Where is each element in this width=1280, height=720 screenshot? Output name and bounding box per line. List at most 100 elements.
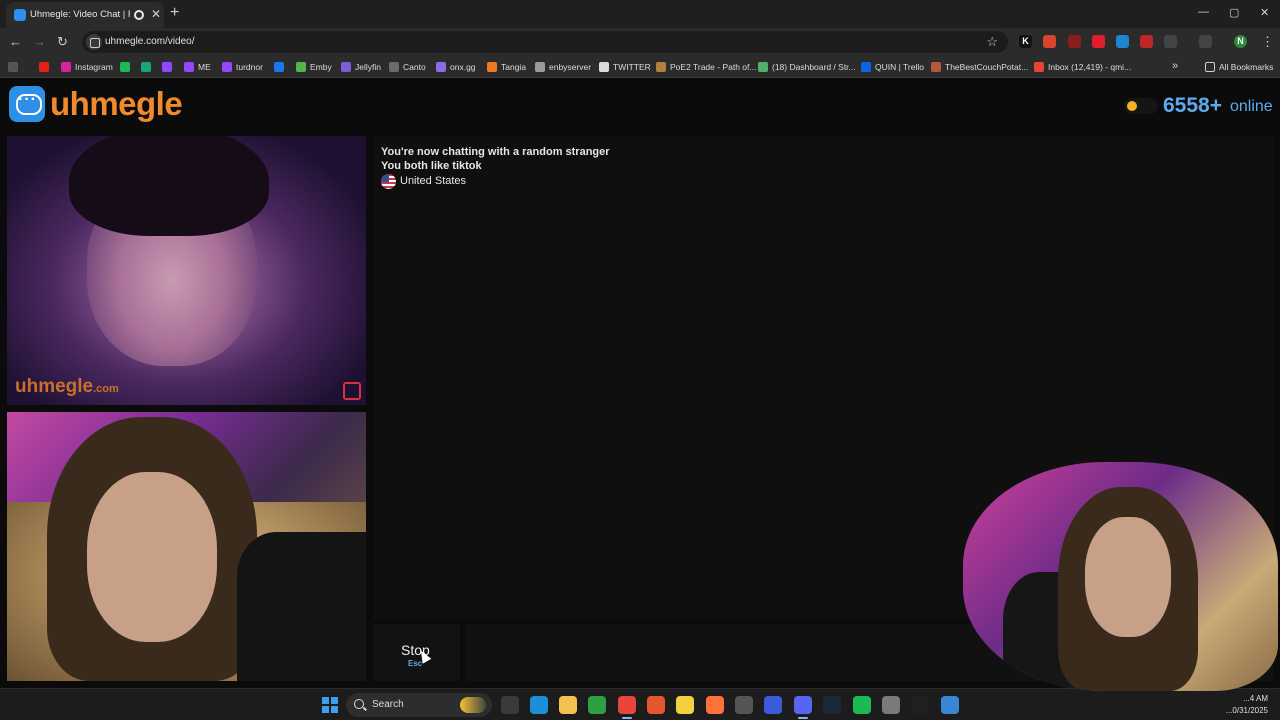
forward-button[interactable]: →	[33, 34, 46, 49]
extension-translate-icon[interactable]	[1116, 35, 1129, 48]
apps-grid-icon[interactable]	[8, 60, 18, 74]
chrome-icon[interactable]	[618, 696, 636, 714]
side-panel-icon[interactable]	[1199, 35, 1212, 48]
extension-record-icon[interactable]	[1068, 35, 1081, 48]
bookmark-item[interactable]: QUIN | Trello	[861, 60, 924, 74]
folder-icon	[1205, 62, 1215, 72]
back-button[interactable]: ←	[9, 34, 22, 49]
tab-title: Uhmegle: Video Chat | Rand...	[30, 9, 130, 20]
x-icon	[599, 62, 609, 72]
minimize-button[interactable]: —	[1198, 6, 1209, 18]
spotify-icon[interactable]	[853, 696, 871, 714]
self-video	[7, 412, 366, 681]
obs-icon[interactable]	[735, 696, 753, 714]
bookmark-label: PoE2 Trade - Path of...	[670, 62, 757, 72]
url-text: uhmegle.com/video/	[105, 36, 195, 47]
bookmark-item[interactable]: turdnor	[222, 60, 263, 74]
bookmark-item[interactable]: TWITTER	[599, 60, 651, 74]
search-label: Search	[372, 699, 404, 710]
bookmark-label: Inbox (12,419) - qmi...	[1048, 62, 1132, 72]
extensions-puzzle-icon[interactable]	[1164, 35, 1177, 48]
onx-icon	[436, 62, 446, 72]
bookmark-label: turdnor	[236, 62, 263, 72]
report-flag-icon[interactable]	[343, 382, 361, 400]
windows-start-icon[interactable]	[322, 697, 338, 713]
close-window-button[interactable]: ✕	[1260, 6, 1269, 19]
app-icon[interactable]	[764, 696, 782, 714]
chat-icon	[141, 62, 151, 72]
reload-button[interactable]: ↻	[57, 34, 68, 50]
folder-icon[interactable]	[559, 696, 577, 714]
bookmark-item[interactable]	[274, 60, 284, 74]
all-bookmarks-label: All Bookmarks	[1219, 62, 1274, 72]
site-info-icon[interactable]	[86, 34, 102, 50]
bookmark-item[interactable]: Jellyfin	[341, 60, 381, 74]
system-icon[interactable]	[501, 696, 519, 714]
bookmark-item[interactable]	[39, 60, 49, 74]
bookmark-item[interactable]: PoE2 Trade - Path of...	[656, 60, 756, 74]
stop-button[interactable]: Stop Esc	[373, 624, 460, 681]
browser-tab[interactable]: Uhmegle: Video Chat | Rand... ✕	[6, 2, 164, 28]
extension-red-icon[interactable]	[1140, 35, 1153, 48]
bookmark-item[interactable]: (18) Dashboard / Str...	[758, 60, 856, 74]
bookmark-item[interactable]	[141, 60, 151, 74]
facebook-icon	[274, 62, 284, 72]
discord-icon[interactable]	[794, 696, 812, 714]
online-label: online	[1230, 98, 1273, 115]
steam-icon[interactable]	[823, 696, 841, 714]
browser-toolbar: ← → ↻ uhmegle.com/video/ ☆ K N ⋮	[0, 28, 1280, 56]
bookmark-item[interactable]	[162, 60, 172, 74]
new-tab-button[interactable]: +	[170, 4, 179, 22]
all-bookmarks-button[interactable]: All Bookmarks	[1205, 60, 1273, 74]
instagram-icon	[61, 62, 71, 72]
ball-icon[interactable]	[647, 696, 665, 714]
extension-k-icon[interactable]: K	[1019, 35, 1032, 48]
clock-date[interactable]: ...0/31/2025	[1222, 706, 1268, 715]
bookmark-label: Tangia	[501, 62, 527, 72]
extension-youtube-icon[interactable]	[1092, 35, 1105, 48]
canto-icon	[389, 62, 399, 72]
maximize-button[interactable]: ▢	[1229, 6, 1239, 19]
bookmark-item[interactable]	[120, 60, 130, 74]
address-bar[interactable]: uhmegle.com/video/ ☆	[82, 31, 1008, 53]
firefox-icon[interactable]	[706, 696, 724, 714]
dashboard-icon	[758, 62, 768, 72]
bookmark-item[interactable]: ME	[184, 60, 211, 74]
uhmegle-logo-icon[interactable]	[9, 86, 45, 122]
spotify-icon	[120, 62, 130, 72]
chat-common-interest: You both like tiktok	[381, 160, 482, 172]
bookmark-item[interactable]: Canto	[389, 60, 426, 74]
notes-icon[interactable]	[676, 696, 694, 714]
tab-close-icon[interactable]: ✕	[151, 7, 161, 21]
menu-kebab-icon[interactable]: ⋮	[1261, 34, 1274, 50]
sun-icon	[1127, 101, 1137, 111]
jellyfin-icon	[341, 62, 351, 72]
theme-toggle[interactable]	[1124, 98, 1158, 114]
extension-fox-icon[interactable]	[1043, 35, 1056, 48]
bookmark-label: onx.gg	[450, 62, 476, 72]
site-logo[interactable]: uhmegle	[50, 85, 183, 123]
bookmark-item[interactable]: Instagram	[61, 60, 113, 74]
bookmark-item[interactable]: TheBestCouchPotat...	[931, 60, 1028, 74]
paint-icon[interactable]	[882, 696, 900, 714]
notepad-icon[interactable]	[941, 696, 959, 714]
edge-icon[interactable]	[530, 696, 548, 714]
clock-time[interactable]: ...4 AM	[1228, 694, 1268, 703]
bookmark-label: Jellyfin	[355, 62, 381, 72]
profile-avatar[interactable]: N	[1234, 35, 1247, 48]
capcut-icon[interactable]	[911, 696, 929, 714]
tab-strip: Uhmegle: Video Chat | Rand... ✕ + — ▢ ✕	[0, 0, 1280, 28]
play-icon[interactable]	[588, 696, 606, 714]
bookmark-star-icon[interactable]: ☆	[986, 34, 998, 50]
video-watermark: uhmegle.com	[15, 376, 119, 397]
taskbar-search[interactable]: Search	[346, 693, 492, 717]
couch-icon	[931, 62, 941, 72]
trello-icon	[861, 62, 871, 72]
bookmark-item[interactable]: enbyserver	[535, 60, 591, 74]
bookmark-item[interactable]: Emby	[296, 60, 332, 74]
stranger-country: United States	[400, 175, 467, 187]
more-bookmarks-icon[interactable]: »	[1172, 60, 1178, 72]
bookmark-item[interactable]: Tangia	[487, 60, 526, 74]
bookmark-item[interactable]: Inbox (12,419) - qmi...	[1034, 60, 1131, 74]
bookmark-item[interactable]: onx.gg	[436, 60, 476, 74]
